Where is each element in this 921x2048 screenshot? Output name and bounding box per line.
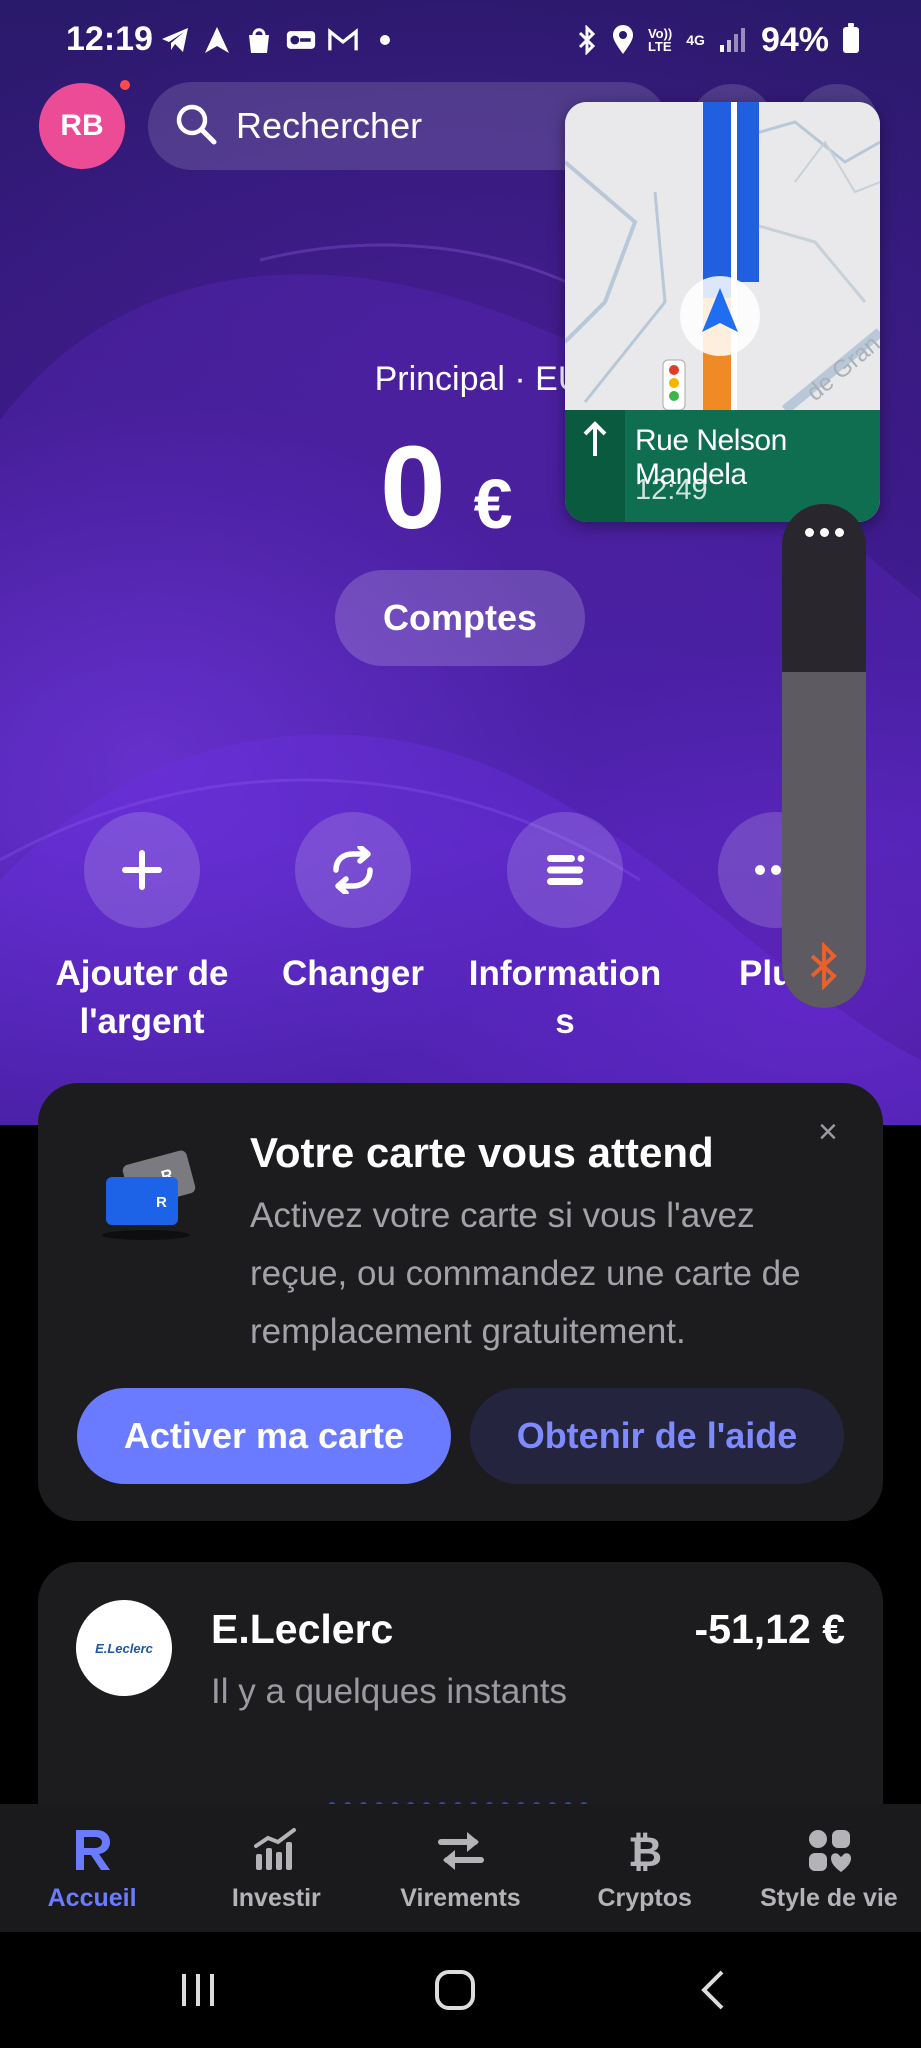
quick-action-exchange[interactable]: Changer xyxy=(253,812,453,998)
back-icon xyxy=(701,1970,724,2010)
nav-invest[interactable]: Investir xyxy=(184,1804,368,1932)
status-time: 12:19 xyxy=(66,20,153,58)
gmail-icon xyxy=(328,25,358,55)
location-icon xyxy=(612,25,634,55)
volume-panel[interactable] xyxy=(782,504,866,1008)
volume-panel-more[interactable] xyxy=(782,504,866,672)
lifestyle-icon xyxy=(808,1830,851,1872)
svg-text:₿: ₿ xyxy=(628,1827,662,1876)
maps-pip-window[interactable]: de Gran Rue Nelson Mandela 12:49 xyxy=(565,102,880,522)
transaction-merchant: E.Leclerc xyxy=(211,1606,394,1652)
search-placeholder: Rechercher xyxy=(236,105,423,146)
status-right-icons: Vo)) LTE 4G 94% xyxy=(576,20,859,60)
exchange-icon xyxy=(295,812,411,928)
merchant-logo: E.Leclerc xyxy=(76,1600,172,1696)
back-button[interactable] xyxy=(684,1962,744,2018)
map-view: de Gran xyxy=(565,102,880,410)
shopping-bag-icon xyxy=(244,25,274,55)
navigation-eta: 12:49 xyxy=(635,474,708,506)
revolut-r-icon xyxy=(76,1830,111,1870)
nav-home[interactable]: Accueil xyxy=(0,1804,184,1932)
nav-label: Cryptos xyxy=(597,1884,692,1912)
transaction-amount: -51,12 € xyxy=(694,1606,845,1652)
android-navigation-bar xyxy=(0,1932,921,2048)
quick-action-details[interactable]: Information s xyxy=(465,812,665,1046)
search-icon xyxy=(174,102,218,151)
quick-action-label: Information s xyxy=(468,954,662,1041)
bitcoin-icon: ₿ xyxy=(628,1827,662,1876)
transaction-time: Il y a quelques instants xyxy=(211,1672,568,1711)
bluetooth-volume-icon xyxy=(810,942,837,990)
quick-action-label: Ajouter de l'argent xyxy=(55,954,229,1041)
activate-card-button[interactable]: Activer ma carte xyxy=(77,1388,451,1484)
home-button[interactable] xyxy=(425,1962,485,2018)
svg-text:R: R xyxy=(156,1194,167,1211)
card-notice-body: Activez votre carte si vous l'avez reçue… xyxy=(250,1196,801,1351)
get-help-button[interactable]: Obtenir de l'aide xyxy=(470,1388,844,1484)
signal-icon xyxy=(719,27,747,53)
plus-icon xyxy=(84,812,200,928)
avatar[interactable]: RB xyxy=(39,83,125,169)
volte-icon: Vo)) LTE xyxy=(647,26,673,54)
balance-amount: 0 xyxy=(380,422,446,554)
invest-chart-icon xyxy=(254,1828,297,1870)
quick-action-label: Changer xyxy=(282,954,424,993)
telegram-icon xyxy=(160,25,190,55)
nav-label: Virements xyxy=(400,1884,521,1912)
card-illustration-icon: R R xyxy=(102,1150,196,1240)
details-icon xyxy=(507,812,623,928)
nav-transfers[interactable]: Virements xyxy=(368,1804,552,1932)
nav-label: Style de vie xyxy=(760,1884,898,1912)
nav-lifestyle[interactable]: Style de vie xyxy=(737,1804,921,1932)
data-4g-icon: 4G xyxy=(686,32,705,48)
straight-arrow-icon xyxy=(565,410,625,522)
transfer-arrows-icon xyxy=(437,1832,484,1870)
balance: 0 € xyxy=(380,420,513,556)
more-dots-icon xyxy=(804,528,844,672)
bluetooth-icon xyxy=(576,25,598,55)
dot-icon xyxy=(370,25,400,55)
home-icon xyxy=(435,1970,475,2010)
accounts-button[interactable]: Comptes xyxy=(335,570,585,666)
status-bar: 12:19 Vo)) LTE 4G 94% xyxy=(0,0,921,80)
nav-crypto[interactable]: ₿ Cryptos xyxy=(553,1804,737,1932)
quick-action-add-money[interactable]: Ajouter de l'argent xyxy=(42,812,242,1046)
navigation-icon xyxy=(202,25,232,55)
recent-apps-icon xyxy=(182,1974,214,2006)
card-activation-notice: R R Votre carte vous attend Activez votr… xyxy=(38,1083,883,1521)
balance-currency: € xyxy=(473,465,513,543)
battery-icon xyxy=(843,23,859,53)
close-icon[interactable]: × xyxy=(818,1113,838,1152)
nav-label: Investir xyxy=(231,1884,321,1912)
bottom-navigation: Accueil Investir Virements ₿ Cryptos Sty… xyxy=(0,1804,921,1932)
key-icon xyxy=(286,25,316,55)
battery-percentage: 94% xyxy=(760,20,829,59)
status-left-icons xyxy=(160,22,400,58)
nav-label: Accueil xyxy=(47,1884,137,1912)
notification-dot xyxy=(120,80,130,90)
card-notice-title: Votre carte vous attend xyxy=(250,1129,714,1176)
recent-apps-button[interactable] xyxy=(168,1962,228,2018)
